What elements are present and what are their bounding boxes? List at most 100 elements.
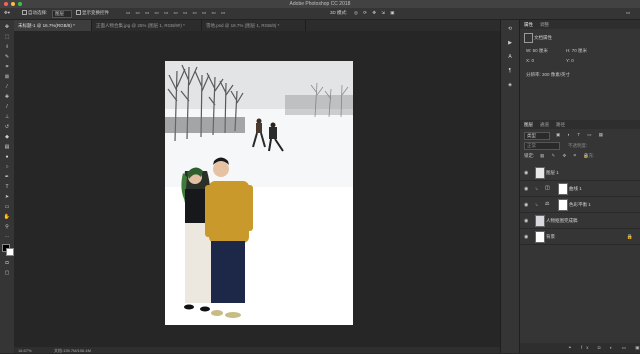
background-color-swatch[interactable]	[6, 248, 14, 256]
clip-link-icon: ↳	[535, 186, 539, 191]
marquee-icon[interactable]: ⬚	[3, 34, 11, 40]
layer-row[interactable]: ◉ 背景 🔒	[520, 229, 640, 245]
pen-icon[interactable]: ✒	[3, 174, 11, 180]
fill-label: 填充:	[584, 153, 595, 158]
tab-layers[interactable]: 图层	[524, 122, 533, 128]
auto-select-label: 自动选择:	[28, 10, 48, 15]
tab-channels[interactable]: 通道	[540, 122, 549, 128]
visibility-eye-icon[interactable]: ◉	[524, 218, 528, 224]
path-select-icon[interactable]: ➤	[3, 194, 11, 200]
dodge-icon[interactable]: ○	[3, 164, 11, 170]
auto-select-value: 图层	[55, 11, 64, 16]
layer-filter-icons[interactable]: ▣ ◐ T ▭ ▦	[556, 132, 606, 138]
workspace-icon[interactable]: ▭	[626, 10, 630, 16]
layer-name[interactable]: 色彩平衡 1	[569, 202, 591, 208]
title-bar: Adobe Photoshop CC 2018	[0, 0, 640, 8]
layer-name[interactable]: 背景	[546, 234, 555, 240]
tab-snowfield[interactable]: 雪地.psd @ 18.7% (图层 1, RGB/8) *	[202, 20, 306, 31]
tab-adjustments[interactable]: 调整	[540, 22, 549, 28]
auto-select-dropdown[interactable]: 图层	[52, 10, 72, 18]
tab-label: 正面人物合集.jpg @ 25% (图层 1, RGB/8#) *	[96, 23, 185, 28]
zoom-icon[interactable]: ⚲	[3, 224, 11, 230]
screen-mode-icon[interactable]: ▢	[3, 270, 11, 276]
stamp-icon[interactable]: ⊥	[3, 114, 11, 120]
filter-kind-label: 类型	[527, 133, 536, 138]
show-transform-checkbox[interactable]: 显示变换控件	[76, 10, 109, 16]
layer-row[interactable]: ◉ 人物抠图完成稿	[520, 213, 640, 229]
more-icon[interactable]: ⋯	[3, 234, 11, 240]
crop-icon[interactable]: ⌗	[3, 64, 11, 70]
frame-icon[interactable]: ⊠	[3, 74, 11, 80]
align-buttons[interactable]: ▭ ▭ ▭ ▭ ▭ ▭ ▭ ▭ ▭ ▭ ▭	[126, 10, 227, 16]
layer-name[interactable]: 人物抠图完成稿	[546, 218, 578, 224]
composite-image	[165, 61, 353, 318]
app-title: Adobe Photoshop CC 2018	[289, 1, 351, 7]
move-icon[interactable]: ✥	[3, 24, 11, 30]
tab-paths[interactable]: 路径	[556, 122, 565, 128]
checkbox-icon	[76, 10, 81, 16]
layers-footer: ⚭ fx ◘ ◐ ▭ ▣ 🗑	[520, 343, 640, 353]
tab-portraits[interactable]: 正面人物合集.jpg @ 25% (图层 1, RGB/8#) *	[92, 20, 202, 31]
layer-filter-dropdown[interactable]: 类型	[524, 132, 550, 140]
visibility-eye-icon[interactable]: ◉	[524, 170, 528, 176]
history-brush-icon[interactable]: ↺	[3, 124, 11, 130]
tab-label: 未标题-1 @ 16.7%(RGB/8) *	[18, 23, 75, 28]
blend-mode-dropdown[interactable]: 正常	[524, 142, 560, 150]
auto-select-checkbox[interactable]: 自动选择:	[22, 10, 47, 16]
hand-icon[interactable]: ✋	[3, 214, 11, 220]
blur-icon[interactable]: ●	[3, 154, 11, 160]
clip-link-icon: ↳	[535, 202, 539, 207]
x-value[interactable]: X: 0	[526, 58, 534, 63]
status-bar: 16.67% 文档:139.7M/106.4M	[14, 347, 500, 353]
history-panel-icon[interactable]: ⟲	[506, 26, 514, 32]
layer-mask-thumbnail[interactable]	[558, 199, 568, 211]
layer-mask-thumbnail[interactable]	[558, 183, 568, 195]
3d-panel-icon[interactable]: ◈	[506, 82, 514, 88]
document-tab-bar: 未标题-1 @ 16.7%(RGB/8) * 正面人物合集.jpg @ 25% …	[14, 20, 500, 31]
layer-name[interactable]: 图层 1	[546, 170, 559, 176]
lasso-icon[interactable]: ℓ	[3, 44, 11, 50]
character-panel-icon[interactable]: A	[506, 54, 514, 60]
layer-row[interactable]: ◉ ↳ ⚖ 色彩平衡 1	[520, 197, 640, 213]
properties-tabs: 属性 调整	[520, 20, 640, 29]
actions-panel-icon[interactable]: ▶	[506, 40, 514, 46]
resolution-value: 分辨率: 300 像素/英寸	[526, 72, 571, 77]
healing-icon[interactable]: ✚	[3, 94, 11, 100]
move-tool-icon[interactable]: ✥▾	[4, 10, 10, 16]
eyedropper-icon[interactable]: ⁄	[3, 84, 11, 90]
visibility-eye-icon[interactable]: ◉	[524, 234, 528, 240]
blend-mode-label: 正常	[527, 143, 536, 148]
quick-mask-icon[interactable]: ◘	[3, 260, 11, 266]
layers-tabs: 图层 通道 路径	[520, 120, 640, 129]
y-value[interactable]: Y: 0	[566, 58, 574, 63]
width-value[interactable]: W: 60 厘米	[526, 48, 548, 54]
curves-adjustment-icon: ◫	[545, 185, 550, 191]
gradient-icon[interactable]: ▤	[3, 144, 11, 150]
height-value[interactable]: H: 70 厘米	[566, 48, 587, 54]
quick-select-icon[interactable]: ✎	[3, 54, 11, 60]
layer-row[interactable]: ◉ 图层 1	[520, 165, 640, 181]
right-panels: 属性 调整 文档属性 W: 60 厘米 H: 70 厘米 X: 0 Y: 0 分…	[519, 20, 640, 353]
tab-untitled-1[interactable]: 未标题-1 @ 16.7%(RGB/8) *	[14, 20, 92, 31]
mode-3d-label: 3D 模式:	[330, 10, 348, 15]
shape-icon[interactable]: ▭	[3, 204, 11, 210]
visibility-eye-icon[interactable]: ◉	[524, 202, 528, 208]
lock-icon[interactable]: 🔒	[627, 234, 633, 240]
lock-label: 锁定:	[524, 153, 535, 158]
brush-icon[interactable]: /	[3, 104, 11, 110]
paragraph-panel-icon[interactable]: ¶	[506, 68, 514, 74]
visibility-eye-icon[interactable]: ◉	[524, 186, 528, 192]
layer-row[interactable]: ◉ ↳ ◫ 曲线 1	[520, 181, 640, 197]
document-canvas[interactable]	[165, 61, 353, 325]
panel-icon-strip: ⟲ ▶ A ¶ ◈	[500, 20, 520, 353]
couple-cutout	[181, 157, 253, 318]
properties-section-title: 文档属性	[534, 35, 552, 40]
layer-name[interactable]: 曲线 1	[569, 186, 582, 192]
eraser-icon[interactable]: ◆	[3, 134, 11, 140]
type-icon[interactable]: T	[3, 184, 11, 190]
layer-actions[interactable]: ⚭ fx ◘ ◐ ▭ ▣ 🗑	[568, 345, 640, 351]
tab-properties[interactable]: 属性	[524, 22, 533, 28]
zoom-level[interactable]: 16.67%	[18, 348, 32, 353]
layer-thumbnail	[535, 167, 545, 179]
3d-mode-buttons[interactable]: ◎ ⟳ ✥ ⇲ ▣	[354, 10, 397, 16]
